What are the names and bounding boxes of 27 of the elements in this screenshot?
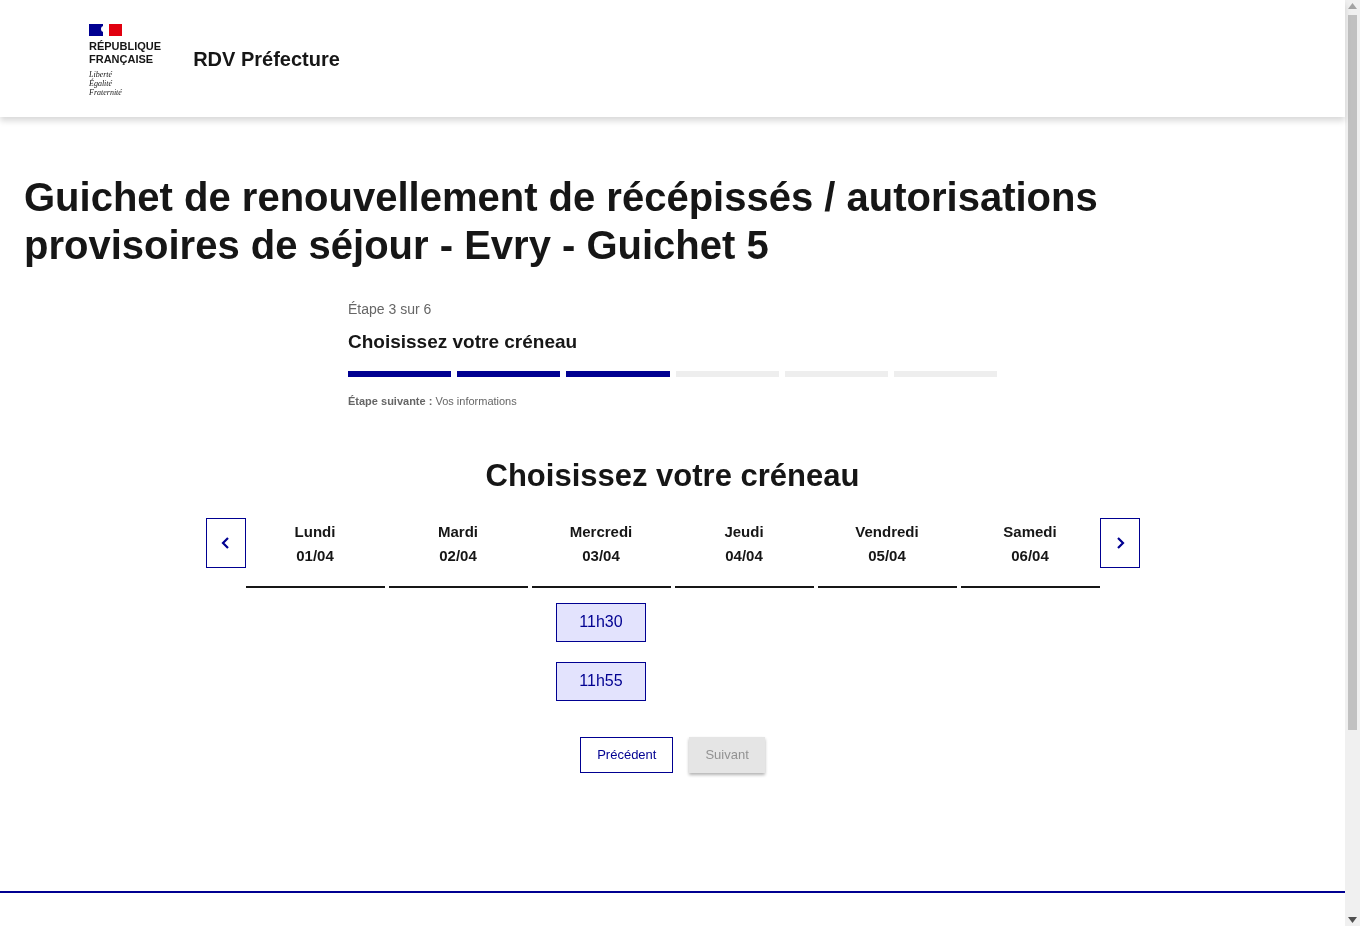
day-header: Mercredi 03/04 — [531, 517, 671, 588]
calendar-title: Choisissez votre créneau — [484, 457, 861, 495]
scrollbar[interactable] — [1345, 0, 1360, 926]
time-slot-button[interactable]: 11h30 — [556, 602, 646, 642]
service-name[interactable]: RDV Préfecture — [193, 43, 340, 74]
logo-text: RÉPUBLIQUE — [89, 40, 162, 53]
scrollbar-thumb[interactable] — [1348, 15, 1357, 730]
motto-text: Liberté — [89, 70, 114, 79]
flag-logo-icon — [89, 24, 122, 36]
motto-text: Égalité — [89, 79, 114, 88]
page-title: Guichet de renouvellement de récépissés / autorisations provisoires de séjour - Evry - Guichet 5 — [24, 174, 1099, 269]
back-button[interactable]: Précédent — [580, 736, 674, 773]
motto-text: Fraternité — [89, 88, 123, 97]
time-slot-button[interactable]: 11h55 — [556, 661, 646, 701]
scroll-down-icon[interactable] — [1348, 917, 1357, 923]
step-title: Choisissez votre créneau — [348, 330, 579, 354]
day-header: Mardi 02/04 — [388, 517, 528, 588]
logo-text: FRANÇAISE — [89, 53, 155, 66]
chevron-right-icon — [1114, 535, 1125, 550]
step-counter: Étape 3 sur 6 — [348, 300, 433, 319]
next-week-button[interactable] — [1099, 517, 1140, 568]
chevron-left-icon — [220, 535, 231, 550]
day-header: Lundi 01/04 — [245, 517, 385, 588]
next-step-text: Étape suivante : Vos informations — [348, 393, 518, 409]
day-header: Vendredi 05/04 — [817, 517, 957, 588]
day-header: Jeudi 04/04 — [674, 517, 814, 588]
previous-week-button[interactable] — [205, 517, 246, 568]
